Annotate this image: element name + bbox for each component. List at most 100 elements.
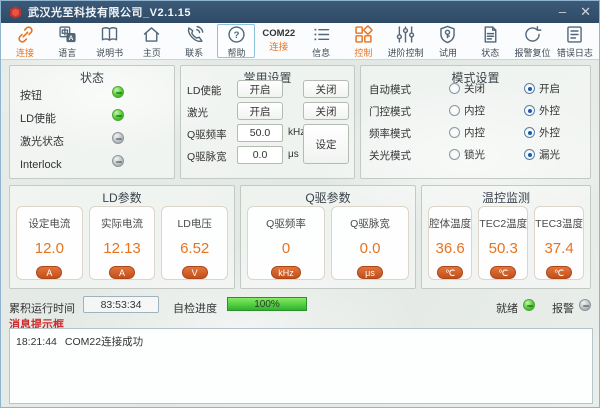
card-value: 50.3 xyxy=(489,240,518,257)
toolbar-item-label: 帮助 xyxy=(227,46,245,59)
param-card: Q驱频率 0 kHz xyxy=(247,206,325,280)
lightoff-mode-lock-radio[interactable]: 锁光 xyxy=(449,147,485,162)
gate-mode-external-radio[interactable]: 外控 xyxy=(524,103,560,118)
com-connect-label: 连接 xyxy=(269,41,288,55)
toolbar-item-contact[interactable]: 联系 xyxy=(175,24,213,58)
link-icon xyxy=(15,24,36,45)
card-label: 实际电流 xyxy=(101,216,143,231)
mode-settings-panel: 模式设置 自动模式 关闭 开启 门控模式 内控 外控 频率模式 内控 外控 xyxy=(360,65,591,179)
laser-on-button[interactable]: 开启 xyxy=(237,102,283,120)
status-label: Interlock xyxy=(20,159,62,171)
log-icon xyxy=(564,24,585,45)
toolbar: 连接 A 语言 说明书 主页 联系 ? 帮助 COM22 连接 信息 xyxy=(1,23,599,60)
reset-icon xyxy=(522,24,543,45)
toolbar-item-connect[interactable]: 连接 xyxy=(6,24,44,58)
toolbar-item-trial[interactable]: 试用 xyxy=(429,24,467,58)
mode-label: 频率模式 xyxy=(369,126,411,141)
lightoff-mode-leak-radio[interactable]: 漏光 xyxy=(524,147,560,162)
card-label: 设定电流 xyxy=(28,216,70,231)
toolbar-item-label: 状态 xyxy=(481,46,499,59)
toolbar-item-alarm-reset[interactable]: 报警复位 xyxy=(514,24,552,58)
status-row: Interlock xyxy=(20,155,164,169)
selfcheck-label: 自检进度 xyxy=(173,300,217,316)
close-button[interactable]: ✕ xyxy=(580,1,591,23)
progress-value: 100% xyxy=(228,298,306,310)
window-title: 武汉光至科技有限公司_V2.1.15 xyxy=(28,4,191,20)
toolbar-item-language[interactable]: A 语言 xyxy=(48,24,86,58)
ready-label: 就绪 xyxy=(496,300,518,316)
q-params-panel: Q驱参数 Q驱频率 0 kHz Q驱脉宽 0.0 μs xyxy=(240,185,416,289)
unit-badge: A xyxy=(109,266,135,279)
minimize-button[interactable]: – xyxy=(559,1,566,23)
q-pulse-width-input[interactable] xyxy=(237,146,283,164)
toolbar-item-manual[interactable]: 说明书 xyxy=(91,24,129,58)
help-icon: ? xyxy=(226,24,247,45)
message-log[interactable]: 18:21:44 COM22连接成功 xyxy=(9,328,593,404)
auto-mode-off-radio[interactable]: 关闭 xyxy=(449,81,485,96)
param-card: 腔体温度 36.6 ℃ xyxy=(428,206,472,280)
auto-mode-on-radio[interactable]: 开启 xyxy=(524,81,560,96)
ld-enable-on-button[interactable]: 开启 xyxy=(237,80,283,98)
svg-text:A: A xyxy=(68,34,73,41)
radio-icon xyxy=(449,83,460,94)
panel-title: Q驱参数 xyxy=(241,186,415,206)
card-value: 0.0 xyxy=(360,240,381,257)
unit-label: μs xyxy=(288,149,299,160)
svg-text:?: ? xyxy=(234,30,240,41)
unit-badge: kHz xyxy=(271,266,301,279)
list-icon xyxy=(311,24,332,45)
language-icon: A xyxy=(57,24,78,45)
unit-badge: A xyxy=(36,266,62,279)
toolbar-item-help[interactable]: ? 帮助 xyxy=(217,24,255,58)
freq-mode-internal-radio[interactable]: 内控 xyxy=(449,125,485,140)
laser-off-button[interactable]: 关闭 xyxy=(303,102,349,120)
param-card: 实际电流 12.13 A xyxy=(89,206,156,280)
mode-row: 关光模式 锁光 漏光 xyxy=(369,146,582,162)
setting-label: LD使能 xyxy=(187,83,221,98)
app-logo-icon xyxy=(9,6,22,19)
radio-icon xyxy=(524,127,535,138)
toolbar-item-label: 语言 xyxy=(58,46,76,59)
phone-icon xyxy=(184,24,205,45)
laser-status-led xyxy=(112,132,124,144)
toolbar-item-label: 说明书 xyxy=(96,46,123,59)
status-row: 按钮 xyxy=(20,86,164,100)
alarm-label: 报警 xyxy=(552,300,574,316)
status-label: 激光状态 xyxy=(20,136,64,148)
radio-icon xyxy=(449,149,460,160)
toolbar-item-advanced-control[interactable]: 进阶控制 xyxy=(387,24,425,58)
param-card: Q驱脉宽 0.0 μs xyxy=(331,206,409,280)
status-panel: 状态 按钮 LD使能 激光状态 Interlock xyxy=(9,65,175,179)
toolbar-item-error-log[interactable]: 错误日志 xyxy=(556,24,594,58)
toolbar-item-info[interactable]: 信息 xyxy=(302,24,340,58)
card-label: TEC2温度 xyxy=(479,216,527,231)
toolbar-item-label: 控制 xyxy=(354,46,372,59)
mode-row: 频率模式 内控 外控 xyxy=(369,124,582,140)
toolbar-item-status[interactable]: 状态 xyxy=(471,24,509,58)
runtime-field: 83:53:34 xyxy=(83,296,159,313)
q-frequency-input[interactable] xyxy=(237,124,283,142)
gate-mode-internal-radio[interactable]: 内控 xyxy=(449,103,485,118)
toolbar-item-com-port[interactable]: COM22 连接 xyxy=(260,24,298,58)
card-value: 36.6 xyxy=(436,240,465,257)
home-icon xyxy=(141,24,162,45)
alarm-led xyxy=(579,299,591,311)
toolbar-item-control[interactable]: 控制 xyxy=(344,24,382,58)
setting-row: 激光 开启 关闭 xyxy=(187,102,350,120)
toolbar-item-label: 错误日志 xyxy=(557,46,593,59)
toolbar-item-home[interactable]: 主页 xyxy=(133,24,171,58)
card-value: 6.52 xyxy=(180,240,209,257)
card-label: LD电压 xyxy=(177,216,211,231)
unit-badge: ℃ xyxy=(546,266,572,279)
freq-mode-external-radio[interactable]: 外控 xyxy=(524,125,560,140)
grid-icon xyxy=(353,24,374,45)
mode-row: 自动模式 关闭 开启 xyxy=(369,80,582,96)
setting-row: LD使能 开启 关闭 xyxy=(187,80,350,98)
radio-icon xyxy=(524,83,535,94)
set-button[interactable]: 设定 xyxy=(303,124,349,164)
param-card: TEC3温度 37.4 ℃ xyxy=(534,206,584,280)
panel-title: LD参数 xyxy=(10,186,234,206)
setting-label: 激光 xyxy=(187,105,208,120)
main-content: 状态 按钮 LD使能 激光状态 Interlock xyxy=(1,60,599,407)
ld-enable-off-button[interactable]: 关闭 xyxy=(303,80,349,98)
